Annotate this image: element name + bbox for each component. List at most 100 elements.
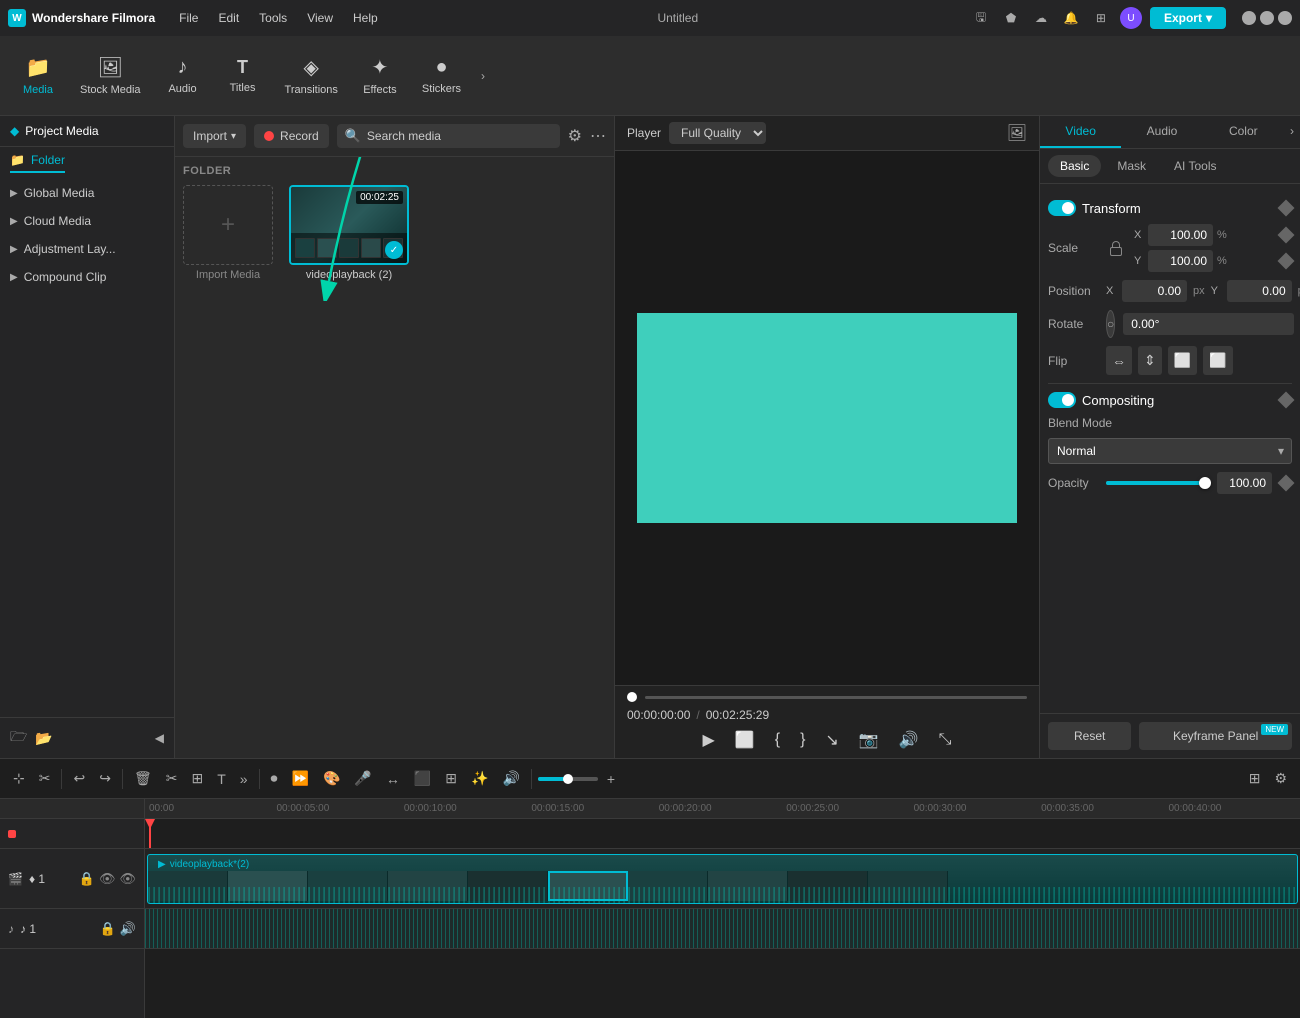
tl-layout-button[interactable]: ⊞ [1244,767,1266,790]
sidebar-item-cloud-media[interactable]: ▶ Cloud Media [0,207,174,235]
flip-diagonal2-button[interactable]: ⬜ [1203,346,1232,375]
tl-transition-button[interactable]: ↔ [381,768,405,790]
import-button[interactable]: Import ▾ [183,124,246,148]
apps-icon[interactable]: ⊞ [1090,7,1112,29]
tl-delete-button[interactable]: 🗑 [129,767,157,790]
progress-track[interactable] [645,696,1027,699]
tl-volume-button[interactable]: 🔊 [497,767,524,790]
tl-voice-button[interactable]: 🎤 [349,767,376,790]
tl-crop-button[interactable]: ⊞ [186,767,208,790]
tl-more-button[interactable]: » [235,768,253,790]
filter-icon[interactable]: ⚙ [568,126,582,146]
sidebar-item-global-media[interactable]: ▶ Global Media [0,179,174,207]
audio-lock-icon[interactable]: 🔒 [100,921,116,937]
rotate-dial[interactable]: ○ [1106,310,1115,338]
position-y-input[interactable] [1227,280,1292,302]
tl-redo-button[interactable]: ↪ [94,767,116,790]
import-media-item[interactable]: + Import Media [183,185,273,281]
transform-toggle[interactable] [1048,200,1076,216]
opacity-input[interactable] [1217,472,1272,494]
fullscreen-button[interactable]: ⬜ [731,728,759,752]
progress-dot[interactable] [627,692,637,702]
maximize-button[interactable] [1260,11,1274,25]
scale-x-input[interactable] [1148,224,1213,246]
audio-mute-icon[interactable]: 🔊 [120,921,136,937]
tool-effects[interactable]: ✦ Effects [350,49,410,102]
scale-x-keyframe-icon[interactable] [1278,227,1295,244]
media-thumb-item[interactable]: 00:02:25 ✓ videoplayback (2) [289,185,409,281]
audio-button[interactable]: 🔊 [895,728,923,752]
tl-ai-button[interactable]: ✨ [466,767,493,790]
lock-icon[interactable] [1106,241,1126,256]
compositing-keyframe-icon[interactable] [1278,392,1295,409]
menu-help[interactable]: Help [345,9,386,27]
in-point-button[interactable]: { [771,729,784,751]
quality-select[interactable]: Full Quality [669,122,766,144]
progress-bar[interactable] [627,692,1027,702]
track-visibility-icon[interactable]: 👁 [119,871,136,887]
record-button[interactable]: Record [254,124,329,148]
reset-button[interactable]: Reset [1048,722,1131,750]
toolbar-expand-button[interactable]: › [477,65,489,87]
rotate-input[interactable] [1123,313,1294,335]
tabs-expand-icon[interactable]: › [1284,116,1300,148]
tool-transitions[interactable]: ◈ Transitions [273,49,350,102]
tool-stickers[interactable]: ● Stickers [410,50,473,101]
voiceover-button[interactable]: ↘ [821,728,842,752]
tl-speed-button[interactable]: ⏩ [287,767,314,790]
position-x-input[interactable] [1122,280,1187,302]
media-thumbnail[interactable]: 00:02:25 ✓ [289,185,409,265]
save-icon[interactable]: 🖫 [970,7,992,29]
compositing-toggle[interactable] [1048,392,1076,408]
user-avatar[interactable]: U [1120,7,1142,29]
flip-horizontal-button[interactable]: ⇔ [1106,346,1132,375]
opacity-slider[interactable] [1106,481,1209,485]
tl-color-button[interactable]: 🎨 [318,767,345,790]
speed-track[interactable] [538,777,598,781]
subtab-mask[interactable]: Mask [1105,155,1158,177]
collapse-icon[interactable]: ◆ [10,124,19,138]
tl-select-button[interactable]: ⊹ [8,767,30,790]
out-point-button[interactable]: } [796,729,809,751]
scale-y-keyframe-icon[interactable] [1278,253,1295,270]
export-button[interactable]: Export ▾ [1150,7,1226,29]
tl-cut-button[interactable]: ✂ [161,767,183,790]
tl-record-button[interactable]: ⏺ [266,767,283,790]
track-mute-icon[interactable]: 👁 [99,871,116,887]
import-media-add[interactable]: + [183,185,273,265]
video-clip[interactable]: ▶ videoplayback*(2) [147,854,1298,904]
add-subfolder-icon[interactable]: 📂 [35,730,52,747]
add-folder-icon[interactable]: 🗁 [10,726,27,750]
pip-button[interactable]: ⤡ [935,729,956,751]
sidebar-item-adjustment-layer[interactable]: ▶ Adjustment Lay... [0,235,174,263]
tab-audio[interactable]: Audio [1121,116,1202,148]
transform-keyframe-icon[interactable] [1278,200,1295,217]
tl-zoom-in-button[interactable]: + [602,768,620,790]
tool-media[interactable]: 📁 Media [8,49,68,102]
subtab-basic[interactable]: Basic [1048,155,1101,177]
sidebar-item-compound-clip[interactable]: ▶ Compound Clip [0,263,174,291]
opacity-thumb[interactable] [1199,477,1211,489]
playhead-handle[interactable] [145,819,155,829]
minimize-button[interactable] [1242,11,1256,25]
flip-vertical-button[interactable]: ⇕ [1138,346,1162,375]
tool-stock-media[interactable]: 🖼 Stock Media [68,49,153,102]
player-snapshot-icon[interactable]: 🖼 [1007,125,1027,142]
snapshot-button[interactable]: 📷 [855,728,883,752]
blend-mode-select[interactable]: Normal Multiply Screen Overlay [1048,438,1292,464]
close-button[interactable] [1278,11,1292,25]
menu-view[interactable]: View [299,9,341,27]
tab-color[interactable]: Color [1203,116,1284,148]
more-icon[interactable]: ⋯ [590,126,606,146]
tool-titles[interactable]: T Titles [213,51,273,100]
tab-video[interactable]: Video [1040,116,1121,148]
notify-icon[interactable]: 🔔 [1060,7,1082,29]
flip-diagonal1-button[interactable]: ⬜ [1168,346,1197,375]
cloud-icon[interactable]: ☁ [1030,7,1052,29]
search-input[interactable] [367,129,552,143]
share-icon[interactable]: ⬟ [1000,7,1022,29]
menu-edit[interactable]: Edit [210,9,247,27]
subtab-ai-tools[interactable]: AI Tools [1162,155,1228,177]
scale-y-input[interactable] [1148,250,1213,272]
keyframe-panel-button[interactable]: Keyframe Panel NEW [1139,722,1292,750]
